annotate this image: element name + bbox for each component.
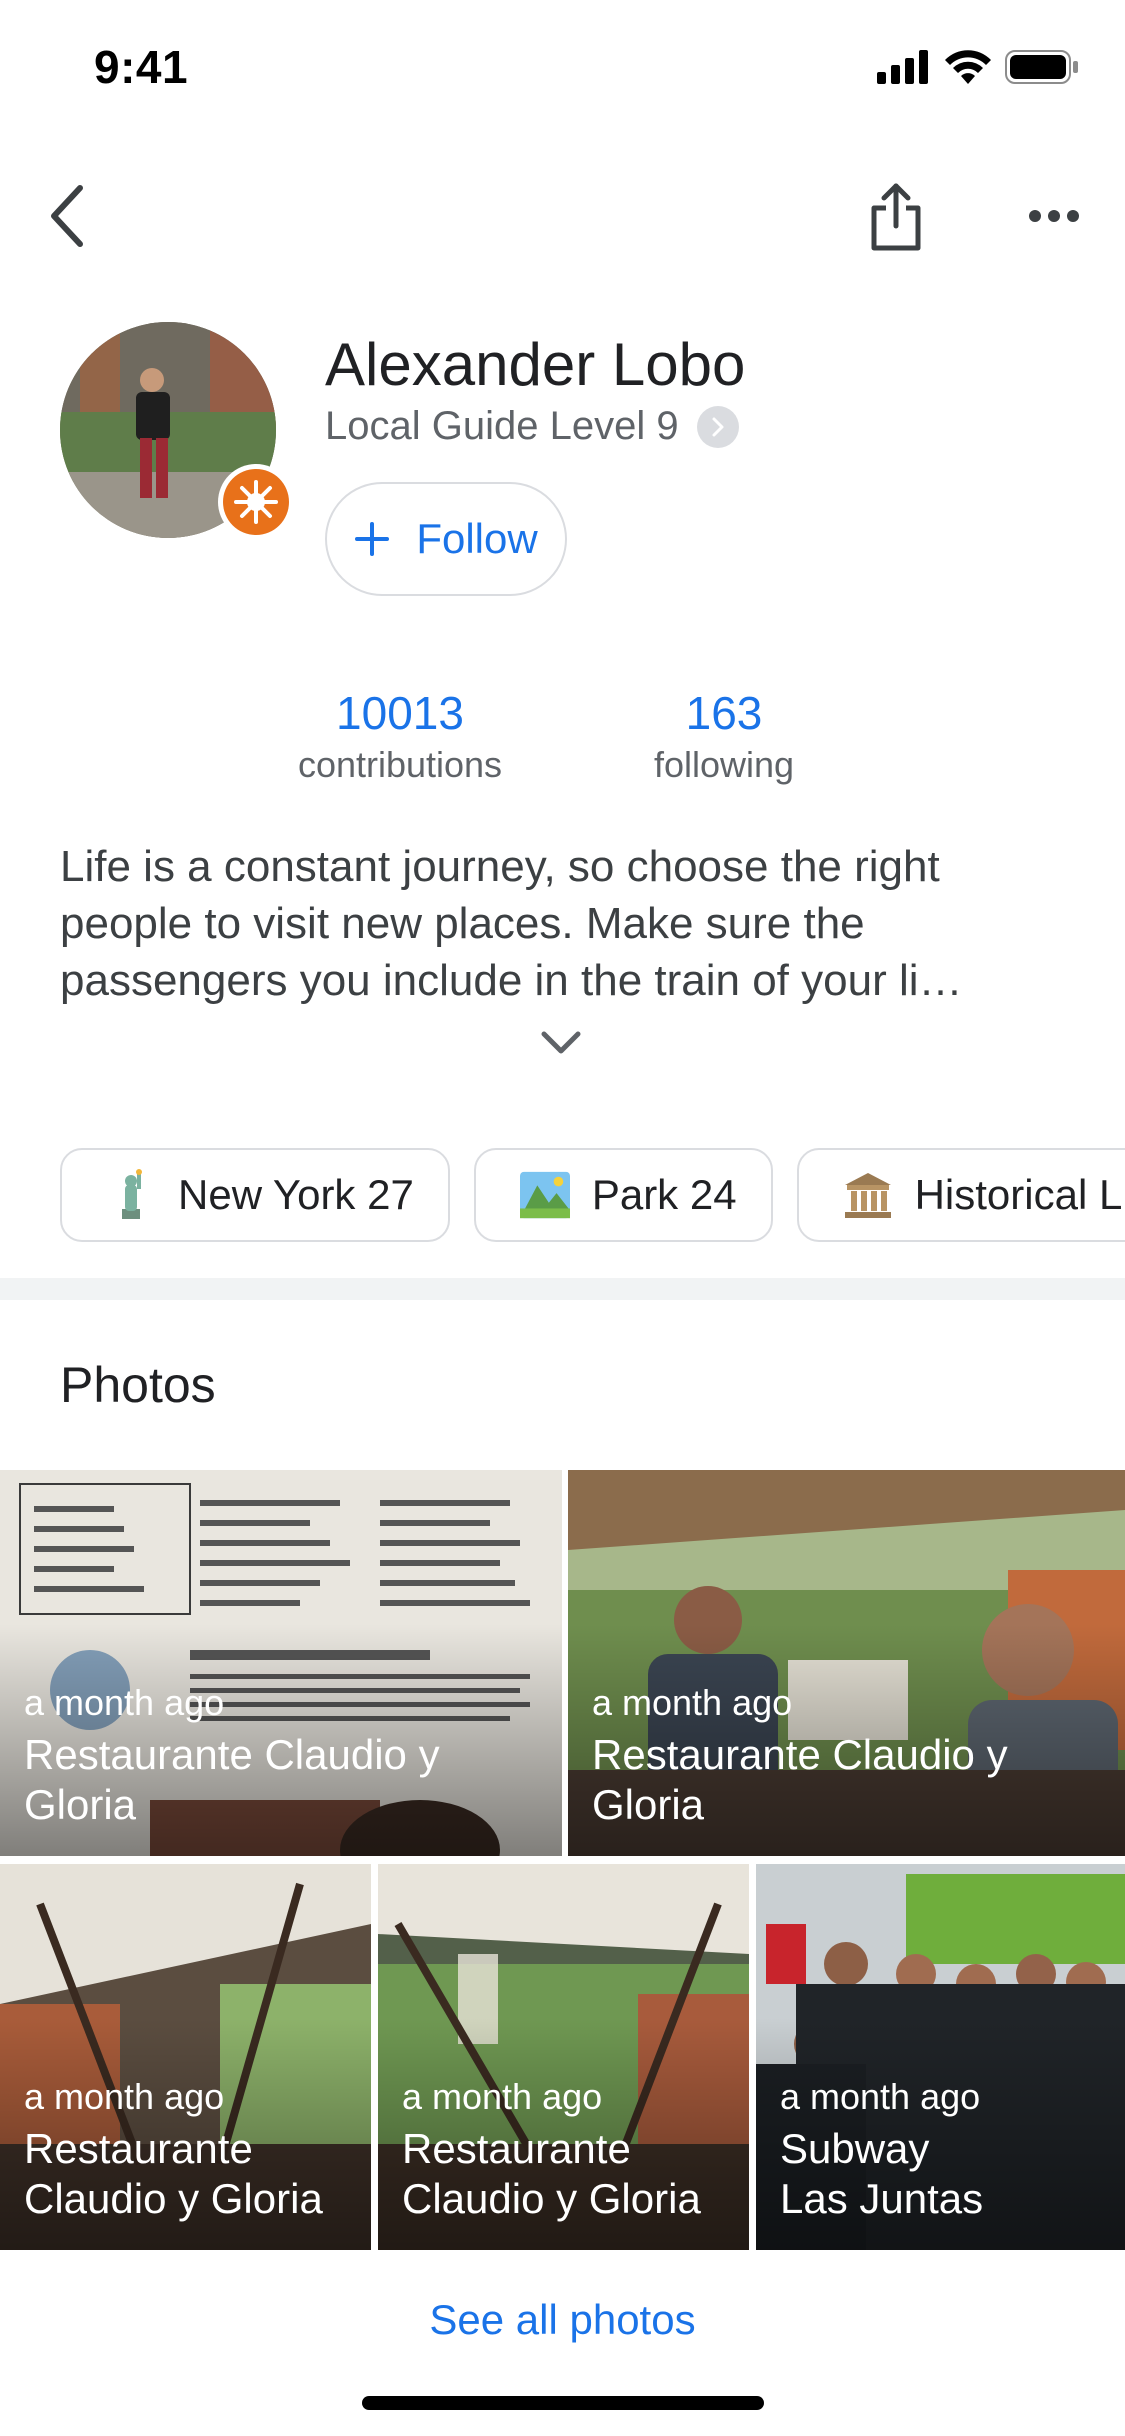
profile-bio: Life is a constant journey, so choose th… (60, 842, 963, 1005)
tile-place-name: Restaurante Claudio y Gloria (24, 2125, 323, 2222)
tile-place-name: Subway Las Juntas (780, 2125, 984, 2222)
starburst-icon (234, 480, 278, 524)
photo-tile-2[interactable]: a month ago Restaurante Claudio y Gloria (568, 1470, 1125, 1856)
local-guide-badge (218, 464, 294, 540)
battery-icon (1005, 50, 1078, 84)
tile-date: a month ago (24, 2076, 225, 2117)
following-label: following (653, 744, 795, 785)
chevron-left-icon (51, 185, 83, 247)
tile-caption: a month ago Restaurante Claudio y Gloria (24, 1682, 444, 1830)
chip-label: Historical L (914, 1171, 1123, 1218)
contributions-count: 10013 (336, 687, 464, 739)
chevron-down-icon (541, 1031, 581, 1054)
tile-place-name: Restaurante Claudio y Gloria (402, 2125, 701, 2222)
status-time: 9:41 (94, 41, 189, 93)
share-icon (871, 183, 921, 251)
follow-button-label: Follow (416, 515, 538, 562)
home-indicator[interactable] (362, 2396, 764, 2410)
local-guide-level[interactable]: Local Guide Level 9 (325, 404, 739, 449)
following-count: 163 (685, 687, 763, 739)
tile-date: a month ago (24, 1682, 225, 1723)
park-icon (519, 1170, 570, 1220)
photos-section-title: Photos (60, 1357, 216, 1413)
chip-label: Park 24 (591, 1171, 737, 1218)
section-divider (0, 1278, 1125, 1300)
tile-caption: a month ago Restaurante Claudio y Gloria (402, 2076, 742, 2224)
status-icons (877, 50, 1079, 84)
photo-tile-4[interactable]: a month ago Restaurante Claudio y Gloria (378, 1864, 749, 2250)
cellular-signal-icon (877, 50, 928, 84)
follow-button[interactable]: Follow (325, 482, 567, 596)
chip-park[interactable]: Park 24 (473, 1148, 773, 1242)
tile-date: a month ago (592, 1682, 793, 1723)
contributions-label: contributions (297, 744, 503, 785)
chip-label: New York 27 (178, 1171, 414, 1218)
expand-bio-button[interactable] (540, 1030, 582, 1061)
contributions-stat[interactable]: 10013 contributions (270, 686, 530, 786)
tile-caption: a month ago Restaurante Claudio y Gloria (24, 2076, 364, 2224)
tile-caption: a month ago Restaurante Claudio y Gloria (592, 1682, 1012, 1830)
see-all-photos-link[interactable]: See all photos (0, 2296, 1125, 2344)
classical-building-icon (843, 1170, 893, 1220)
profile-name: Alexander Lobo (325, 331, 746, 398)
following-stat[interactable]: 163 following (614, 686, 834, 786)
more-options-button[interactable] (1024, 196, 1084, 236)
photo-tile-5[interactable]: a month ago Subway Las Juntas (756, 1864, 1125, 2250)
wifi-icon (945, 50, 991, 84)
back-button[interactable] (36, 180, 96, 252)
chevron-right-icon (696, 405, 739, 448)
chip-historical[interactable]: Historical L (796, 1148, 1125, 1242)
chip-new-york[interactable]: New York 27 (60, 1148, 450, 1242)
local-guide-level-label: Local Guide Level 9 (325, 404, 679, 448)
profile-avatar[interactable] (60, 322, 294, 540)
more-horizontal-icon (1029, 210, 1079, 222)
tile-date: a month ago (780, 2076, 981, 2117)
list-chips: New York 27 Park 24 Historical L (60, 1148, 1125, 1242)
tile-place-name: Restaurante Claudio y Gloria (24, 1731, 440, 1828)
tile-place-name: Restaurante Claudio y Gloria (592, 1731, 1008, 1828)
share-button[interactable] (866, 178, 926, 254)
plus-icon (355, 522, 390, 556)
photo-tile-3[interactable]: a month ago Restaurante Claudio y Gloria (0, 1864, 371, 2250)
tile-caption: a month ago Subway Las Juntas (780, 2076, 1000, 2224)
photo-tile-1[interactable]: a month ago Restaurante Claudio y Gloria (0, 1470, 562, 1856)
tile-date: a month ago (402, 2076, 603, 2117)
statue-of-liberty-icon (106, 1169, 156, 1220)
